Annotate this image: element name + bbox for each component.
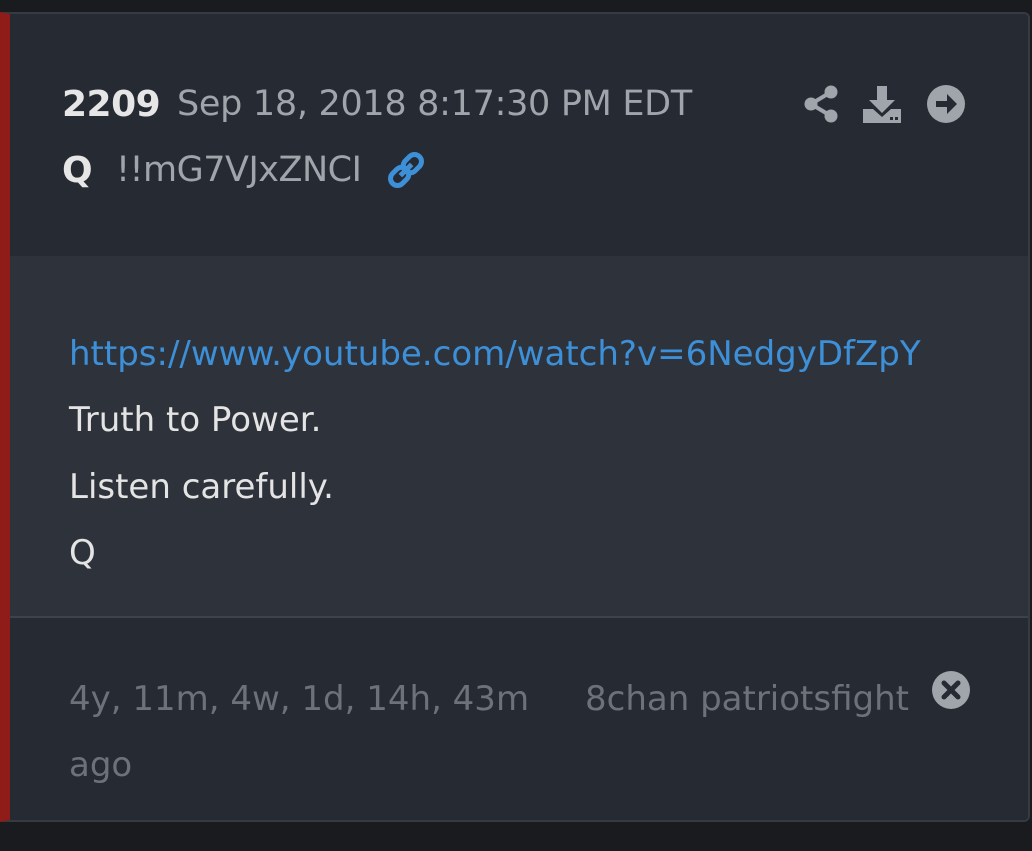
post-header: 2209 Sep 18, 2018 8:17:30 PM EDT Q !!mG7… — [10, 14, 1028, 258]
share-icon[interactable] — [800, 82, 844, 126]
board-source[interactable]: 8chan patriotsfight — [585, 666, 915, 732]
post-age: 4y, 11m, 4w, 1d, 14h, 43m ago — [69, 679, 530, 785]
post-text-line: Listen carefully. — [69, 467, 334, 507]
post-number[interactable]: 2209 — [62, 84, 161, 125]
post-card: 2209 Sep 18, 2018 8:17:30 PM EDT Q !!mG7… — [0, 12, 1030, 822]
post-body: https://www.youtube.com/watch?v=6NedgyDf… — [10, 256, 1028, 618]
post-signature: Q — [69, 533, 96, 573]
post-text-line: Truth to Power. — [69, 400, 322, 440]
link-icon[interactable] — [384, 148, 428, 192]
youtube-link[interactable]: https://www.youtube.com/watch?v=6NedgyDf… — [69, 334, 921, 374]
post-author: Q — [62, 150, 93, 191]
post-footer: 4y, 11m, 4w, 1d, 14h, 43m ago 8chan patr… — [10, 618, 1028, 820]
close-circle-icon[interactable] — [931, 670, 971, 710]
post-timestamp: Sep 18, 2018 8:17:30 PM EDT — [177, 84, 692, 124]
post-link-line: https://www.youtube.com/watch?v=6NedgyDf… — [69, 334, 921, 374]
download-icon[interactable] — [860, 82, 904, 126]
arrow-right-circle-icon[interactable] — [924, 82, 968, 126]
post-tripcode: !!mG7VJxZNCI — [116, 150, 362, 190]
